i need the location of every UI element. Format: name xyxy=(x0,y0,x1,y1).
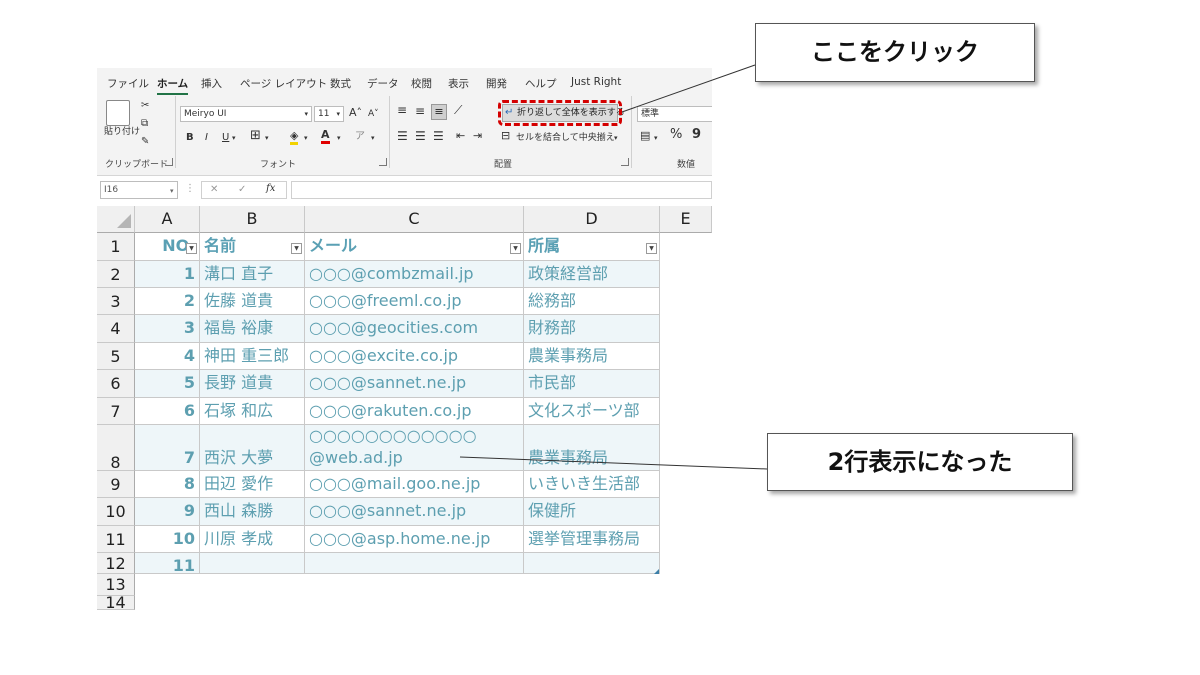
callout-leader-lines xyxy=(459,64,768,470)
leader-line-click xyxy=(621,64,756,113)
leader-line-two-lines xyxy=(459,456,768,470)
